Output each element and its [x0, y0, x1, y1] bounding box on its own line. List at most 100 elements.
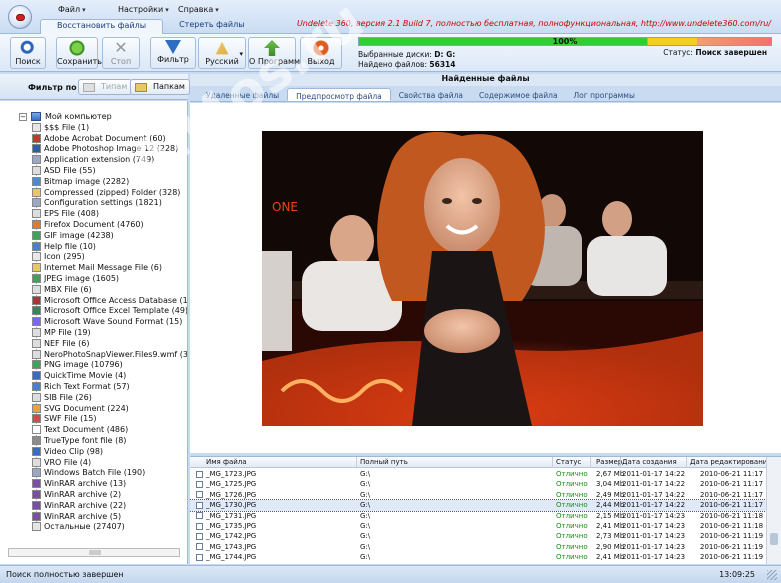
- tree-item[interactable]: EPS File (408): [32, 208, 187, 219]
- tree-item[interactable]: Microsoft Wave Sound Format (15): [32, 316, 187, 327]
- tree-item[interactable]: Microsoft Office Excel Template (49): [32, 306, 187, 317]
- tab-restore-files[interactable]: Восстановить файлы: [40, 19, 164, 34]
- tree-item[interactable]: WinRAR archive (13): [32, 478, 187, 489]
- tab-file-preview[interactable]: Предпросмотр файла: [287, 88, 391, 101]
- tree-item[interactable]: Application extension (749): [32, 154, 187, 165]
- tree-item[interactable]: Configuration settings (1821): [32, 198, 187, 209]
- table-vertical-scrollbar[interactable]: [766, 457, 781, 564]
- tree-item[interactable]: PNG image (10796): [32, 360, 187, 371]
- tab-program-log[interactable]: Лог программы: [566, 88, 643, 101]
- column-file-name[interactable]: Имя файла: [206, 458, 247, 466]
- tree-item[interactable]: MBX File (6): [32, 284, 187, 295]
- tree-item[interactable]: WinRAR archive (5): [32, 511, 187, 522]
- tree-item[interactable]: JPEG image (1605): [32, 273, 187, 284]
- tree-item[interactable]: NEF File (6): [32, 338, 187, 349]
- tree-item[interactable]: SVG Document (224): [32, 403, 187, 414]
- language-dropdown[interactable]: Русский ▾: [198, 37, 246, 69]
- tree-item[interactable]: Adobe Photoshop Image 12 (228): [32, 144, 187, 155]
- exit-button[interactable]: Выход: [300, 37, 342, 69]
- tree-item[interactable]: Firefox Document (4760): [32, 219, 187, 230]
- tree-item[interactable]: Internet Mail Message File (6): [32, 262, 187, 273]
- row-checkbox[interactable]: [196, 512, 203, 520]
- menu-help[interactable]: Справка: [160, 5, 220, 17]
- table-row[interactable]: _MG_1730.JPG G:\ Отлично 2,44 Mb 2011-01-17 …: [190, 499, 767, 512]
- tree-horizontal-scrollbar[interactable]: [8, 548, 180, 557]
- table-row[interactable]: _MG_1725.JPG G:\ Отлично 3,04 Mb 2011-01-17 …: [190, 479, 766, 489]
- collapse-toggle-icon[interactable]: −: [19, 112, 27, 121]
- tree-item[interactable]: SWF File (15): [32, 414, 187, 425]
- tree-item[interactable]: Adobe Acrobat Document (60): [32, 133, 187, 144]
- table-row[interactable]: _MG_1731.JPG G:\ Отлично 2,15 Mb 2011-01-17 …: [190, 511, 766, 521]
- filter-by-type-button[interactable]: Типам: [78, 79, 133, 95]
- tab-deleted-files[interactable]: Удаленные файлы: [198, 88, 287, 101]
- menu-settings[interactable]: Настройки: [100, 5, 163, 17]
- row-checkbox[interactable]: [196, 543, 203, 551]
- tree-item[interactable]: $$$ File (1): [32, 122, 187, 133]
- tree-item[interactable]: NeroPhotoSnapViewer.Files9.wmf (3): [32, 349, 187, 360]
- tree-item-label: PNG image (10796): [44, 360, 123, 370]
- column-status[interactable]: Статус: [556, 458, 581, 466]
- tree-item[interactable]: SIB File (26): [32, 392, 187, 403]
- tree-item[interactable]: Windows Batch File (190): [32, 468, 187, 479]
- column-divider[interactable]: [356, 457, 357, 468]
- resize-grip-icon[interactable]: [767, 570, 777, 580]
- tree-item[interactable]: ASD File (55): [32, 165, 187, 176]
- scrollbar-thumb[interactable]: [89, 550, 101, 555]
- filter-button[interactable]: Фильтр: [150, 37, 196, 69]
- table-row[interactable]: _MG_1742.JPG G:\ Отлично 2,73 Mb 2011-01-17 …: [190, 531, 766, 541]
- column-divider[interactable]: [590, 457, 591, 468]
- row-checkbox[interactable]: [196, 470, 203, 478]
- column-modified[interactable]: Дата редактирования: [690, 458, 772, 466]
- stop-button[interactable]: ✕ Стоп: [102, 37, 140, 69]
- tree-item[interactable]: Help file (10): [32, 241, 187, 252]
- tree-item[interactable]: Rich Text Format (57): [32, 381, 187, 392]
- tree-item[interactable]: GIF image (4238): [32, 230, 187, 241]
- tree-item[interactable]: Остальные (27407): [32, 521, 187, 532]
- row-checkbox[interactable]: [196, 491, 203, 499]
- row-checkbox[interactable]: [196, 553, 203, 561]
- tab-file-properties[interactable]: Свойства файла: [391, 88, 471, 101]
- progress-percent: 100%: [552, 37, 578, 46]
- table-row[interactable]: _MG_1726.JPG G:\ Отлично 2,49 Mb 2011-01-17 …: [190, 490, 766, 500]
- row-checkbox[interactable]: [196, 480, 203, 488]
- tree-item[interactable]: Microsoft Office Access Database (13): [32, 295, 187, 306]
- table-row[interactable]: _MG_1723.JPG G:\ Отлично 2,67 Mb 2011-01-17 …: [190, 469, 766, 479]
- table-row[interactable]: _MG_1735.JPG G:\ Отлично 2,41 Mb 2011-01-17 …: [190, 521, 766, 531]
- tree-item[interactable]: WinRAR archive (22): [32, 500, 187, 511]
- tree-item[interactable]: WinRAR archive (2): [32, 489, 187, 500]
- column-divider[interactable]: [620, 457, 621, 468]
- tree-item[interactable]: MP File (19): [32, 327, 187, 338]
- table-row[interactable]: _MG_1744.JPG G:\ Отлично 2,41 Mb 2011-01-17 …: [190, 552, 766, 562]
- tree-item[interactable]: Icon (295): [32, 252, 187, 263]
- column-divider[interactable]: [552, 457, 553, 468]
- tree-item[interactable]: Bitmap image (2282): [32, 176, 187, 187]
- save-button[interactable]: Сохранить: [56, 37, 102, 69]
- menu-file[interactable]: Файл: [40, 5, 100, 17]
- app-menu-orb[interactable]: [8, 5, 32, 29]
- scrollbar-thumb[interactable]: [770, 533, 778, 545]
- row-checkbox[interactable]: [196, 501, 203, 509]
- table-row[interactable]: _MG_1747.JPGG:\Отлично2,54 Mb2011-01-17 …: [190, 563, 766, 565]
- tab-wipe-files[interactable]: Стереть файлы: [163, 19, 260, 34]
- selected-disks-value: D: G:: [434, 50, 456, 59]
- row-checkbox[interactable]: [196, 532, 203, 540]
- table-row[interactable]: _MG_1743.JPG G:\ Отлично 2,90 Mb 2011-01-17 …: [190, 542, 766, 552]
- tree-item[interactable]: VRO File (4): [32, 457, 187, 468]
- tree-item[interactable]: QuickTime Movie (4): [32, 370, 187, 381]
- tab-file-contents[interactable]: Содержимое файла: [471, 88, 566, 101]
- column-full-path[interactable]: Полный путь: [360, 458, 408, 466]
- column-size[interactable]: Размер: [596, 458, 622, 466]
- column-divider[interactable]: [686, 457, 687, 468]
- tree-item[interactable]: Video Clip (98): [32, 446, 187, 457]
- about-button[interactable]: О Программе: [248, 37, 305, 69]
- filter-by-type-label: Типам: [101, 82, 128, 91]
- tree-item[interactable]: Text Document (486): [32, 424, 187, 435]
- tree-item[interactable]: Compressed (zipped) Folder (328): [32, 187, 187, 198]
- cell-modified: 2010-06-21 11:17: [700, 480, 764, 489]
- tree-root[interactable]: − Мой компьютер: [19, 111, 112, 122]
- tree-item[interactable]: TrueType font file (8): [32, 435, 187, 446]
- column-created[interactable]: Дата создания: [622, 458, 677, 466]
- row-checkbox[interactable]: [196, 522, 203, 530]
- search-button[interactable]: Поиск: [10, 37, 46, 69]
- filter-by-folder-button[interactable]: Папкам: [130, 79, 190, 95]
